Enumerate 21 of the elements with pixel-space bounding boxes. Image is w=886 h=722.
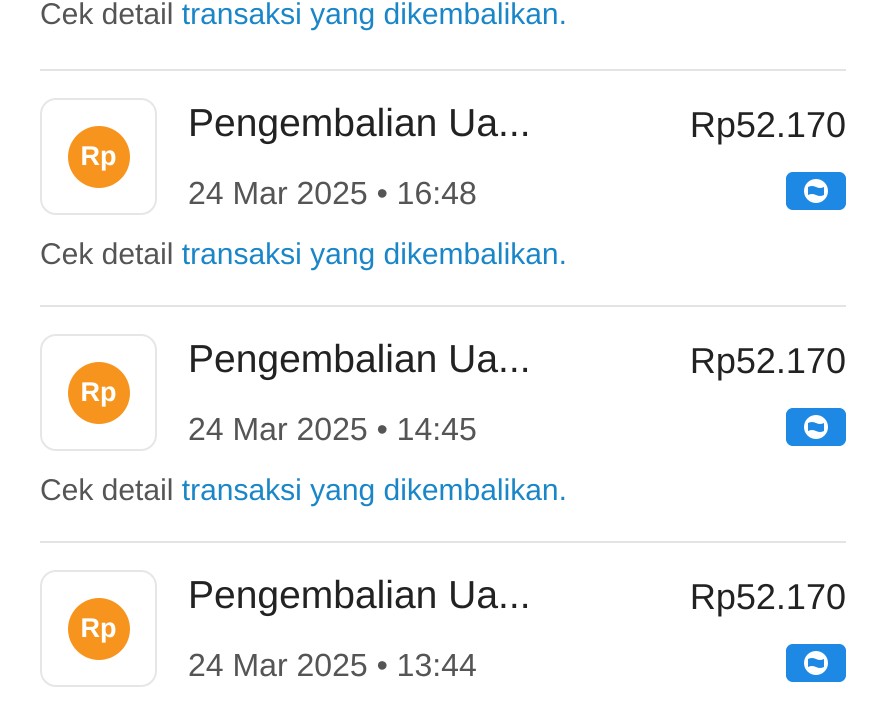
transaction-link[interactable]: transaksi yang dikembalikan. <box>182 0 567 31</box>
rupiah-icon: Rp <box>68 598 130 660</box>
transaction-title: Pengembalian Ua... <box>188 573 532 619</box>
transaction-title: Pengembalian Ua... <box>188 101 532 147</box>
detail-note: Cek detail transaksi yang dikembalikan. <box>40 0 567 31</box>
rupiah-icon: Rp <box>68 126 130 188</box>
transaction-link[interactable]: transaksi yang dikembalikan. <box>182 238 567 271</box>
wallet-badge-icon <box>786 408 846 446</box>
transaction-amount: Rp52.170 <box>690 340 846 382</box>
transaction-amount: Rp52.170 <box>690 576 846 618</box>
transaction-datetime: 24 Mar 2025 • 14:45 <box>188 410 478 449</box>
wallet-badge-icon <box>786 644 846 682</box>
rupiah-icon: Rp <box>68 362 130 424</box>
transaction-title: Pengembalian Ua... <box>188 337 532 383</box>
transaction-datetime: 24 Mar 2025 • 16:48 <box>188 174 478 213</box>
transaction-amount: Rp52.170 <box>690 104 846 146</box>
detail-note: Cek detail transaksi yang dikembalikan. <box>40 474 567 507</box>
wallet-badge-icon <box>786 172 846 210</box>
transaction-datetime: 24 Mar 2025 • 13:44 <box>188 646 478 685</box>
transaction-link[interactable]: transaksi yang dikembalikan. <box>182 474 567 507</box>
detail-note: Cek detail transaksi yang dikembalikan. <box>40 238 567 271</box>
